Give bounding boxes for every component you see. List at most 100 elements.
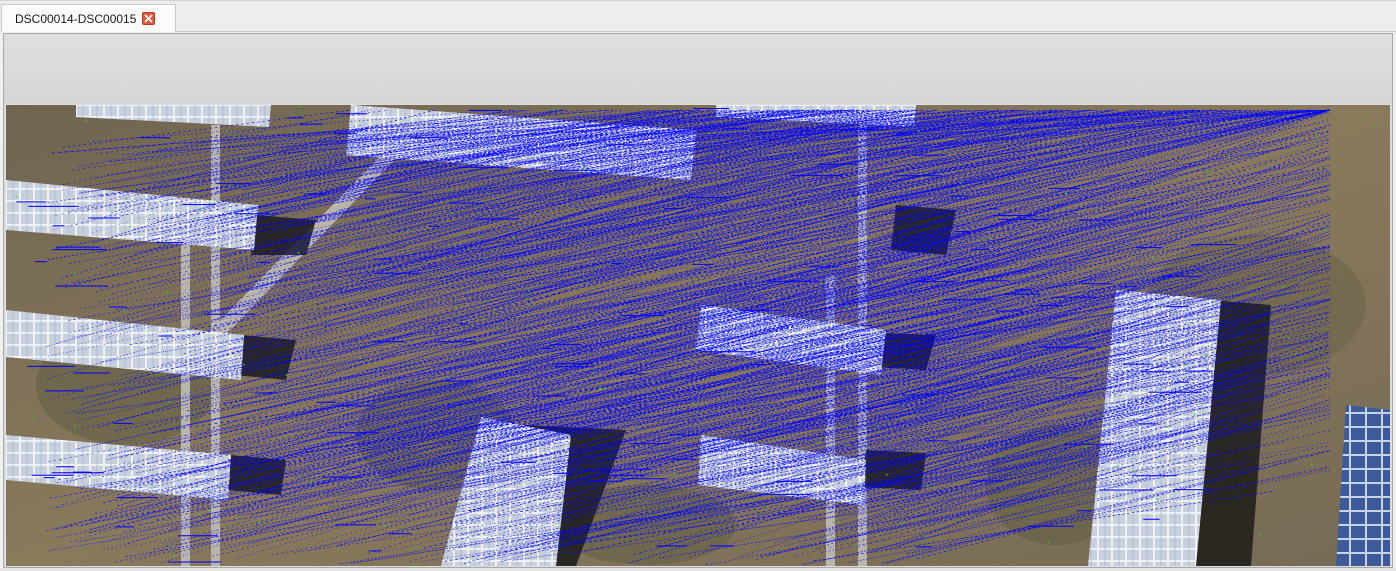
keypoint-marker: [877, 424, 880, 427]
keypoint-marker: [845, 305, 848, 308]
keypoint-marker: [356, 553, 358, 556]
keypoint-marker: [599, 388, 602, 391]
keypoint-marker: [1324, 228, 1327, 231]
keypoint-marker: [1294, 120, 1297, 123]
keypoint-marker: [174, 555, 177, 558]
keypoint-marker: [228, 184, 231, 187]
keypoint-marker: [270, 212, 273, 214]
keypoint-marker: [1047, 541, 1050, 544]
keypoint-marker: [449, 212, 452, 215]
keypoint-marker: [360, 356, 363, 359]
keypoint-marker: [848, 195, 851, 198]
keypoint-marker: [599, 386, 602, 389]
keypoint-marker: [580, 161, 583, 163]
keypoint-marker: [828, 190, 831, 193]
keypoint-marker: [512, 236, 514, 239]
keypoint-marker: [805, 203, 808, 206]
keypoint-marker: [1001, 455, 1003, 458]
keypoint-marker: [1203, 353, 1206, 356]
keypoint-marker: [1281, 285, 1284, 288]
keypoint-marker: [776, 317, 779, 320]
keypoint-marker: [1132, 470, 1135, 473]
tab-dsc00014-dsc00015[interactable]: DSC00014-DSC00015: [1, 4, 176, 32]
keypoint-marker: [526, 297, 529, 300]
keypoint-marker: [73, 424, 76, 427]
keypoint-marker: [165, 291, 168, 294]
aerial-image-canvas[interactable]: [6, 105, 1390, 566]
keypoint-marker: [15, 195, 18, 198]
keypoint-marker: [298, 105, 301, 108]
keypoint-marker: [902, 522, 905, 525]
keypoint-marker: [169, 439, 172, 442]
keypoint-marker: [406, 229, 409, 232]
keypoint-marker: [673, 155, 676, 158]
keypoint-marker: [926, 485, 929, 488]
close-icon[interactable]: [142, 12, 156, 25]
keypoint-marker: [837, 520, 840, 523]
keypoint-marker: [674, 375, 676, 378]
keypoint-marker: [129, 225, 132, 228]
keypoint-marker: [186, 266, 189, 269]
keypoint-marker: [258, 521, 261, 524]
keypoint-marker: [309, 481, 312, 484]
keypoint-marker: [1065, 192, 1068, 195]
keypoint-marker: [1308, 191, 1311, 194]
keypoint-marker: [766, 506, 769, 509]
keypoint-marker: [444, 151, 447, 153]
keypoint-marker: [695, 236, 698, 239]
tab-label: DSC00014-DSC00015: [15, 11, 137, 26]
keypoint-marker: [1288, 336, 1291, 339]
match-viewer-panel: [3, 33, 1393, 568]
keypoint-marker: [960, 182, 963, 184]
keypoint-marker: [168, 400, 171, 403]
keypoint-marker: [285, 374, 288, 376]
keypoint-marker: [580, 279, 583, 282]
keypoint-marker: [457, 318, 459, 321]
keypoint-marker: [1156, 498, 1159, 501]
keypoint-marker: [846, 121, 849, 124]
keypoint-marker: [208, 510, 211, 513]
keypoint-marker: [535, 268, 538, 271]
keypoint-marker: [567, 435, 570, 438]
keypoint-marker: [297, 251, 300, 254]
keypoint-marker: [455, 526, 458, 529]
keypoint-marker: [47, 247, 50, 250]
keypoint-marker: [592, 371, 595, 374]
keypoint-marker: [693, 348, 696, 350]
keypoint-marker: [484, 257, 487, 260]
keypoint-marker: [218, 485, 221, 488]
keypoint-marker: [1084, 446, 1087, 448]
keypoint-marker: [1087, 412, 1090, 415]
keypoint-marker: [982, 236, 985, 239]
keypoint-marker: [691, 402, 694, 405]
keypoint-marker: [224, 526, 227, 529]
keypoint-marker: [464, 437, 467, 440]
keypoint-marker: [883, 442, 886, 445]
tab-bar: DSC00014-DSC00015: [0, 0, 1396, 32]
keypoint-marker: [1059, 432, 1062, 434]
tab-bar-divider: [176, 31, 1396, 32]
keypoint-marker: [609, 535, 612, 538]
keypoint-marker: [918, 130, 921, 133]
keypoint-marker: [705, 255, 708, 258]
keypoint-marker: [1182, 480, 1185, 483]
keypoint-marker: [169, 534, 172, 536]
keypoint-marker: [271, 314, 274, 317]
keypoint-marker: [496, 326, 499, 329]
keypoint-marker: [321, 493, 324, 496]
keypoint-marker: [549, 532, 552, 535]
keypoint-marker: [1374, 124, 1377, 127]
keypoint-marker: [582, 168, 585, 171]
keypoint-marker: [553, 503, 556, 506]
keypoint-marker: [952, 266, 955, 269]
keypoint-marker: [233, 136, 236, 139]
image-match-viewer[interactable]: [6, 105, 1390, 566]
keypoint-marker: [1091, 330, 1094, 333]
keypoint-marker: [636, 499, 639, 502]
keypoint-marker: [1158, 216, 1161, 218]
keypoint-marker: [482, 464, 485, 466]
keypoint-marker: [122, 309, 125, 312]
keypoint-marker: [867, 246, 870, 249]
keypoint-marker: [877, 147, 880, 150]
keypoint-marker: [989, 237, 991, 240]
